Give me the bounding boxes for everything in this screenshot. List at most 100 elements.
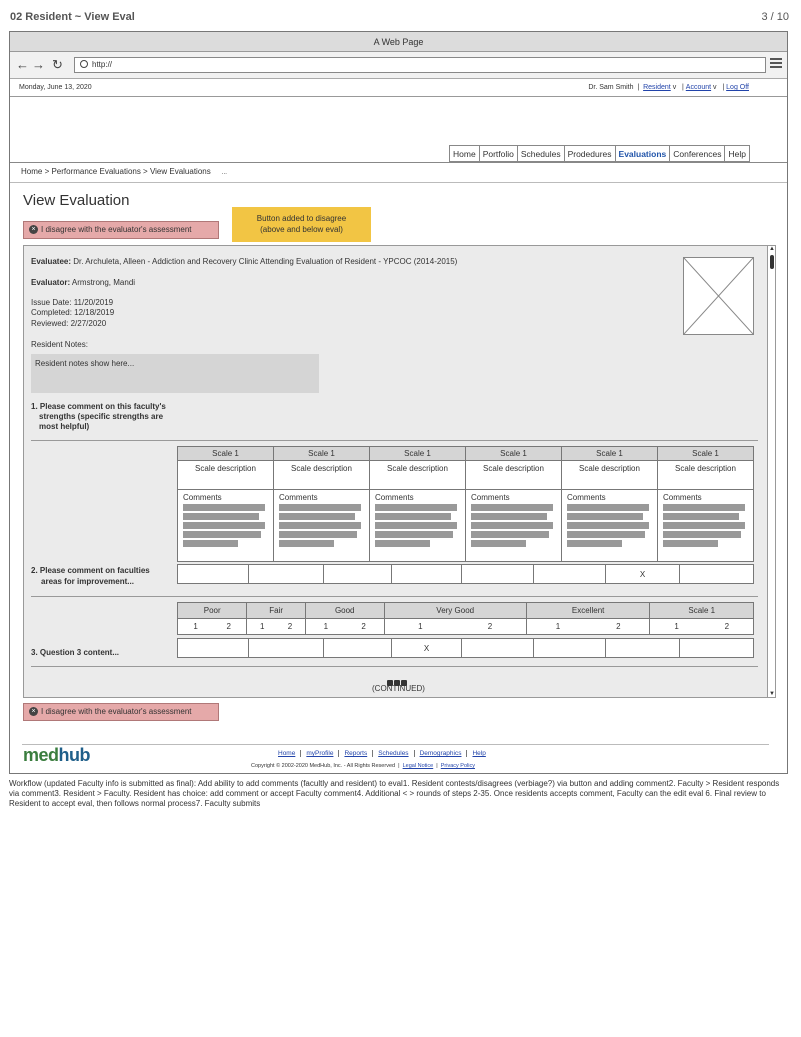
footer-link-home[interactable]: Home [273,750,302,757]
scale-description: Scale description [177,460,274,490]
comments-label: Comments [663,493,702,502]
comments-cell[interactable]: Comments [177,489,274,562]
breadcrumb-path[interactable]: Home > Performance Evaluations > View Ev… [21,167,211,176]
question-1-line-1: 1. Please comment on this faculty's [31,402,166,411]
browser-window: A Web Page ← → ↻ http:// Monday, June 13… [9,31,788,774]
tab-conferences[interactable]: Conferences [670,145,726,162]
comments-cell[interactable]: Comments [657,489,754,562]
question-1: 1. Please comment on this faculty's stre… [31,402,166,432]
copyright: Copyright © 2002-2020 MedHub, Inc. - All… [251,763,475,769]
search-icon [80,60,88,68]
scroll-up-icon[interactable]: ▲ [769,246,775,252]
comments-label: Comments [375,493,414,502]
rating-cell[interactable] [679,638,754,658]
breadcrumb-more[interactable]: ... [222,170,227,176]
rating-range: 12 [246,618,306,635]
rating-scale-table: Poor Fair Good Very Good Excellent Scale… [176,602,754,635]
rating-range: 12 [525,618,651,635]
rating-cell[interactable] [248,564,324,584]
evaluatee-value: Dr. Archuleta, Alleen - Addiction and Re… [73,257,458,266]
scale-header: Scale 1 [465,446,562,461]
rating-cell[interactable] [248,638,324,658]
tab-schedules[interactable]: Schedules [517,145,565,162]
scrollbar[interactable]: ▲ ▼ [767,245,776,698]
disagree-button-top[interactable]: × I disagree with the evaluator's assessm… [23,221,219,239]
forward-arrow-icon[interactable]: → [32,58,45,72]
resident-notes-box[interactable]: Resident notes show here... [31,354,319,393]
footer-link-reports[interactable]: Reports [339,750,374,757]
role-menu[interactable]: Resident [643,84,671,91]
rating-cell[interactable] [391,564,462,584]
rating-cell[interactable] [323,638,392,658]
footer-link-help[interactable]: Help [467,750,490,757]
question-3: 3. Question 3 content... [31,648,120,657]
scroll-thumb[interactable] [770,255,774,269]
placeholder-x-icon [683,257,754,335]
rating-cell-selected[interactable]: X [391,638,462,658]
hamburger-menu-icon[interactable] [770,58,782,70]
rating-cell[interactable] [177,564,249,584]
rating-cell[interactable] [679,564,754,584]
range-low: 1 [674,622,679,631]
continued-label: (CONTINUED) [372,684,425,693]
privacy-policy-link[interactable]: Privacy Policy [441,763,475,769]
disagree-button-bottom[interactable]: × I disagree with the evaluator's assessm… [23,703,219,721]
range-low: 1 [555,622,561,631]
question-2: 2. Please comment on faculties areas for… [31,565,150,587]
browser-title: A Web Page [10,32,787,52]
evaluatee-line: Evaluatee: Dr. Archuleta, Alleen - Addic… [31,257,457,266]
q2-rating-row: X [177,564,754,584]
rating-cell[interactable] [461,564,534,584]
rating-cell[interactable] [177,638,249,658]
rating-cell[interactable] [533,564,606,584]
document-header: 02 Resident ~ View Eval 3 / 10 [10,11,789,27]
rating-cell[interactable] [461,638,534,658]
back-arrow-icon[interactable]: ← [16,58,29,72]
footer-link-schedules[interactable]: Schedules [373,750,415,757]
question-1-line-2: strengths (specific strengths are [39,412,164,421]
scale-header: Scale 1 [561,446,658,461]
url-bar[interactable]: http:// [74,57,766,73]
footer-link-demographics[interactable]: Demographics [414,750,468,757]
medhub-logo[interactable]: medhub [23,745,91,766]
tab-portfolio[interactable]: Portfolio [479,145,518,162]
log-off-link[interactable]: Log Off [726,84,749,91]
range-low: 1 [260,622,265,631]
range-high: 2 [287,622,293,631]
divider [31,596,758,597]
scroll-down-icon[interactable]: ▼ [769,691,775,697]
footer-divider [22,744,769,745]
account-menu[interactable]: Account [686,84,711,91]
comments-cell[interactable]: Comments [465,489,562,562]
rating-cell[interactable] [533,638,606,658]
workflow-notes: Workflow (updated Faculty info is submit… [9,779,780,808]
comments-cell[interactable]: Comments [561,489,658,562]
rating-cell[interactable] [323,564,392,584]
tab-evaluations[interactable]: Evaluations [615,145,671,162]
chevron-down-icon: v [713,84,717,91]
comments-cell[interactable]: Comments [273,489,370,562]
range-high: 2 [487,622,493,631]
reload-icon[interactable]: ↻ [52,58,63,72]
footer-link-myprofile[interactable]: myProfile [301,750,340,757]
range-high: 2 [361,622,366,631]
range-low: 1 [193,622,198,631]
legal-notice-link[interactable]: Legal Notice [403,763,434,769]
range-high: 2 [226,622,231,631]
tab-home[interactable]: Home [450,145,480,162]
comments-label: Comments [567,493,606,502]
rating-range: 12 [649,618,754,635]
completed-date: Completed: 12/18/2019 [31,308,115,317]
tab-procedures[interactable]: Prodedures [564,145,616,162]
tab-help[interactable]: Help [725,145,750,162]
rating-range: 12 [304,618,385,635]
range-low: 1 [323,622,329,631]
tab-divider [10,162,787,163]
scale-table: Scale 1 Scale 1 Scale 1 Scale 1 Scale 1 … [177,446,754,562]
page-title: View Evaluation [23,192,130,209]
question-2-line-1: 2. Please comment on faculties [31,566,150,575]
rating-cell-selected[interactable]: X [605,564,680,584]
rating-cell[interactable] [605,638,680,658]
comments-cell[interactable]: Comments [369,489,466,562]
url-text: http:// [92,60,113,69]
